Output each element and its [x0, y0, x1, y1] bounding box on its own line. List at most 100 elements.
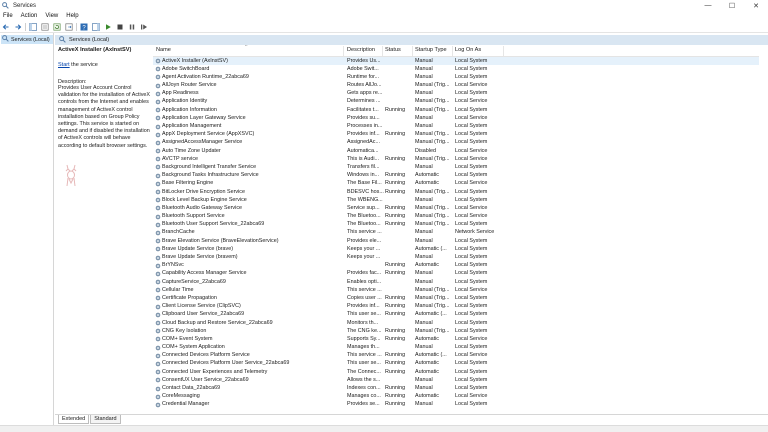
table-row[interactable]: Background Tasks Infrastructure Service W… [153, 172, 768, 180]
start-service-icon[interactable] [103, 22, 112, 31]
table-row[interactable]: Brave Update Service (bravem) Keeps your … [153, 254, 768, 262]
table-row[interactable]: Bluetooth Audio Gateway Service Service s… [153, 204, 768, 212]
show-action-pane-icon[interactable] [91, 22, 100, 31]
table-row[interactable]: AVCTP service This is Audi... Running Manua… [153, 155, 768, 163]
table-row[interactable]: Application Layer Gateway Service Provide… [153, 114, 768, 122]
export-list-icon[interactable] [64, 22, 73, 31]
table-row[interactable]: AppX Deployment Service (AppXSVC) Provide… [153, 131, 768, 139]
service-name: Cellular Time [162, 286, 194, 293]
menu-action[interactable]: Action [18, 13, 43, 19]
tab-extended[interactable]: Extended [58, 415, 90, 424]
table-row[interactable]: Application Management Processes in... Man… [153, 123, 768, 131]
toolbar: ? [0, 21, 768, 33]
table-row[interactable]: App Readiness Gets apps re... Manual Local … [153, 90, 768, 98]
table-row[interactable]: ConsentUX User Service_22abca69 Allows th… [153, 376, 768, 384]
start-service-link[interactable]: Start [58, 62, 70, 68]
table-row[interactable]: Application Identity Determines ... Manual… [153, 98, 768, 106]
table-row[interactable]: COM+ System Application Manages th... Manu… [153, 344, 768, 352]
table-row[interactable]: CaptureService_22abca69 Enables opti... Ma… [153, 278, 768, 286]
service-startup-type: Manual [415, 123, 433, 129]
column-header-status[interactable]: Status [385, 47, 401, 53]
tree-item-services-local[interactable]: Services (Local) [1, 35, 53, 44]
table-row[interactable]: ActiveX Installer (AxInstSV) Provides Us.… [153, 57, 768, 66]
help-icon[interactable]: ? [79, 22, 88, 31]
service-status: Running [385, 262, 406, 269]
show-hide-console-tree-icon[interactable] [28, 22, 37, 31]
column-header-startup-type[interactable]: Startup Type [415, 47, 447, 53]
table-row[interactable]: Cloud Backup and Restore Service_22abca6… [153, 319, 768, 327]
stop-service-icon[interactable] [115, 22, 124, 31]
properties-icon[interactable] [40, 22, 49, 31]
minimize-button[interactable]: — [696, 0, 720, 11]
table-row[interactable]: Base Filtering Engine The Base Fil... Runn… [153, 180, 768, 188]
table-row[interactable]: Bluetooth User Support Service_22abca69 T… [153, 221, 768, 229]
table-row[interactable]: AllJoyn Router Service Routes AllJo... Man… [153, 82, 768, 90]
restart-service-icon[interactable] [139, 22, 148, 31]
console-tree: Services (Local) [0, 33, 54, 425]
table-row[interactable]: Brave Update Service (brave) Keeps your .… [153, 245, 768, 253]
service-startup-type: Manual [415, 278, 433, 285]
table-row[interactable]: Agent Activation Runtime_22abca69 Runtime… [153, 73, 768, 81]
vertical-scrollbar[interactable] [759, 45, 768, 414]
service-description: Provides Us... [347, 57, 381, 64]
table-row[interactable]: Connected Devices Platform User Service_… [153, 360, 768, 368]
service-startup-type: Manual [415, 344, 433, 351]
column-divider[interactable] [343, 46, 344, 56]
table-row[interactable]: CNG Key Isolation The CNG ke... Running Man… [153, 327, 768, 335]
service-name: Cloud Backup and Restore Service_22abca6… [162, 319, 273, 326]
table-row[interactable]: BitLocker Drive Encryption Service BDESVC… [153, 188, 768, 196]
table-row[interactable]: Bluetooth Support Service The Bluetoo... R… [153, 213, 768, 221]
refresh-icon[interactable] [52, 22, 61, 31]
service-status: Running [385, 352, 406, 359]
table-row[interactable]: CoreMessaging Manages co... Running Automat… [153, 393, 768, 401]
table-row[interactable]: Application Information Facilitates t... R… [153, 106, 768, 114]
service-description: Indexes con... [347, 385, 381, 391]
table-row[interactable]: Connected User Experiences and Telemetry… [153, 368, 768, 376]
column-header-log-on-as[interactable]: Log On As [455, 47, 481, 53]
menu-file[interactable]: File [0, 13, 18, 19]
column-divider[interactable] [412, 46, 413, 56]
table-row[interactable]: BrYNSvc Running Automatic Local System [153, 262, 768, 270]
service-gear-icon [155, 197, 161, 203]
table-row[interactable]: Contact Data_22abca69 Indexes con... Runni… [153, 385, 768, 393]
service-log-on-as: Local System [455, 57, 488, 64]
table-row[interactable]: BranchCache This service ... Manual Network… [153, 229, 768, 237]
service-name: AVCTP service [162, 155, 199, 162]
table-row[interactable]: Block Level Backup Engine Service The WBE… [153, 196, 768, 204]
column-divider[interactable] [503, 46, 504, 56]
status-bar [0, 425, 768, 432]
column-header-description[interactable]: Description [347, 47, 375, 53]
table-row[interactable]: Certificate Propagation Copies user ... Ru… [153, 294, 768, 302]
table-row[interactable]: Auto Time Zone Updater Automatica... Disab… [153, 147, 768, 155]
table-row[interactable]: Credential Manager Provides se... Running M… [153, 401, 768, 409]
menu-view[interactable]: View [42, 13, 63, 19]
service-gear-icon [155, 173, 161, 179]
forward-icon[interactable] [13, 22, 22, 31]
menu-help[interactable]: Help [63, 13, 83, 19]
close-button[interactable]: ✕ [744, 0, 768, 11]
service-description: Transfers fil... [347, 163, 380, 170]
table-row[interactable]: AssignedAccessManager Service AssignedAc.… [153, 139, 768, 147]
table-row[interactable]: Client License Service (ClipSVC) Provides… [153, 303, 768, 311]
service-name: Bluetooth Audio Gateway Service [162, 204, 243, 211]
column-divider[interactable] [452, 46, 453, 56]
maximize-button[interactable]: ☐ [720, 0, 744, 11]
service-description: AssignedAc... [347, 139, 380, 146]
table-row[interactable]: Adobe SwitchBoard Adobe Swit... Manual Loca… [153, 65, 768, 73]
table-row[interactable]: Capability Access Manager Service Provide… [153, 270, 768, 278]
service-gear-icon [155, 312, 161, 318]
column-divider[interactable] [382, 46, 383, 56]
table-row[interactable]: Background Intelligent Transfer Service T… [153, 163, 768, 171]
pause-service-icon[interactable] [127, 22, 136, 31]
table-row[interactable]: Cellular Time This service ... Manual (Tri… [153, 286, 768, 294]
column-header-name[interactable]: Name [156, 47, 171, 53]
back-icon[interactable] [1, 22, 10, 31]
table-row[interactable]: Connected Devices Platform Service This s… [153, 352, 768, 360]
service-status: Running [385, 385, 406, 391]
table-row[interactable]: Brave Elevation Service (BraveElevationS… [153, 237, 768, 245]
service-action: Start the service [58, 62, 150, 68]
table-row[interactable]: COM+ Event System Supports Sy... Running Au… [153, 335, 768, 343]
tab-standard[interactable]: Standard [90, 415, 121, 424]
table-row[interactable]: Clipboard User Service_22abca69 This user… [153, 311, 768, 319]
service-name: Connected Devices Platform Service [162, 352, 250, 359]
